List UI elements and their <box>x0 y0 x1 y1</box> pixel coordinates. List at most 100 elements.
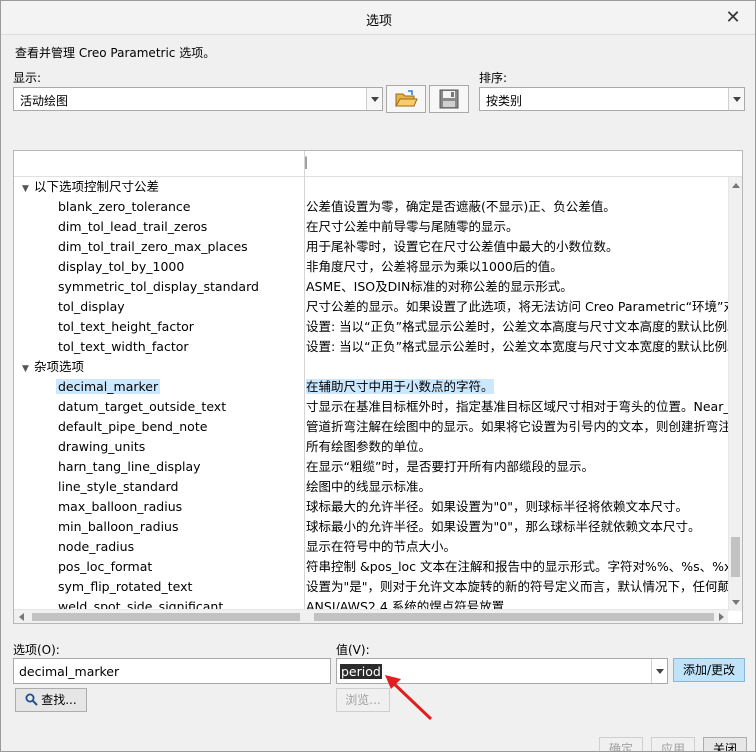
display-value: 活动绘图 <box>20 94 69 108</box>
find-button[interactable]: 查找... <box>15 688 87 712</box>
option-description-row[interactable]: 非角度尺寸，公差将显示为乘以1000后的值。 <box>306 257 728 277</box>
option-row[interactable]: tol_display <box>58 297 125 317</box>
option-description-row[interactable]: 公差值设置为零，确定是否遮蔽(不显示)正、负公差值。 <box>306 197 728 217</box>
option-description-row[interactable]: 设置为"是"，则对于允许文本旋转的新的符号定义而言，默认情况下，任何颠倒 <box>306 577 728 597</box>
option-description-row[interactable]: 符串控制 &pos_loc 文本在注解和报告中的显示形式。字符对%%、%s、%x… <box>306 557 728 577</box>
option-input-value: decimal_marker <box>19 664 120 679</box>
option-name: node_radius <box>58 539 135 554</box>
option-input[interactable]: decimal_marker <box>13 658 331 684</box>
scroll-thumb[interactable] <box>731 537 740 577</box>
option-description: 非角度尺寸，公差将显示为乘以1000后的值。 <box>306 259 563 274</box>
option-name-column: ▼ 以下选项控制尺寸公差 blank_zero_tolerance dim_tol_l… <box>14 177 304 611</box>
option-row[interactable]: blank_zero_tolerance <box>58 197 191 217</box>
sort-label: 排序: <box>479 71 508 85</box>
ok-button[interactable]: 确定 <box>599 737 643 751</box>
open-button[interactable] <box>386 85 426 113</box>
option-description: 设置: 当以“正负”格式显示公差时，公差文本高度与尺寸文本高度的默认比例。对 <box>306 319 728 334</box>
option-row[interactable]: tol_text_width_factor <box>58 337 189 357</box>
option-row[interactable]: default_pipe_bend_note <box>58 417 207 437</box>
option-description: 显示在符号中的节点大小。 <box>306 539 457 554</box>
option-description-row[interactable]: 设置: 当以“正负”格式显示公差时，公差文本宽度与尺寸文本宽度的默认比例。对 <box>306 337 728 357</box>
close-button[interactable]: 关闭 <box>703 737 747 751</box>
option-description: 公差值设置为零，确定是否遮蔽(不显示)正、负公差值。 <box>306 199 616 214</box>
title-bar: 选项 ✕ <box>1 1 755 35</box>
find-button-label: 查找... <box>41 693 77 707</box>
option-description-row[interactable]: 在尺寸公差中前导零与尾随零的显示。 <box>306 217 728 237</box>
table-header: | <box>14 151 742 177</box>
tree-group[interactable]: ▼ 以下选项控制尺寸公差 <box>22 177 159 197</box>
value-label: 值(V): <box>336 643 370 657</box>
option-row[interactable]: dim_tol_trail_zero_max_places <box>58 237 248 257</box>
apply-button[interactable]: 应用 <box>651 737 695 751</box>
option-name: line_style_standard <box>58 479 179 494</box>
option-description: 在尺寸公差中前导零与尾随零的显示。 <box>306 219 519 234</box>
sort-select[interactable]: 按类别 <box>479 87 745 111</box>
close-icon[interactable]: ✕ <box>723 8 743 28</box>
option-description: 设置为"是"，则对于允许文本旋转的新的符号定义而言，默认情况下，任何颠倒 <box>306 579 728 594</box>
scroll-thumb-description[interactable] <box>314 613 714 621</box>
option-row[interactable]: dim_tol_lead_trail_zeros <box>58 217 207 237</box>
option-name: display_tol_by_1000 <box>58 259 185 274</box>
option-name: tol_display <box>58 299 125 314</box>
option-description-row[interactable]: 在显示“粗缆”时，是否要打开所有内部缆段的显示。 <box>306 457 728 477</box>
expand-triangle-icon[interactable]: ▼ <box>22 179 34 199</box>
option-description: 尺寸公差的显示。如果设置了此选项，将无法访问 Creo Parametric“环… <box>306 299 728 314</box>
value-input-value: period <box>340 664 382 679</box>
option-description-row[interactable]: 绘图中的线显示标准。 <box>306 477 728 497</box>
save-button[interactable] <box>429 85 469 113</box>
option-description-row[interactable]: 尺寸公差的显示。如果设置了此选项，将无法访问 Creo Parametric“环… <box>306 297 728 317</box>
option-description-row[interactable]: 显示在符号中的节点大小。 <box>306 537 728 557</box>
option-row[interactable]: datum_target_outside_text <box>58 397 226 417</box>
option-row[interactable]: sym_flip_rotated_text <box>58 577 192 597</box>
option-description-row[interactable]: 管道折弯注解在绘图中的显示。如果将它设置为引号内的文本，则创建折弯注解时 <box>306 417 728 437</box>
option-description: 所有绘图参数的单位。 <box>306 439 432 454</box>
option-row[interactable]: decimal_marker <box>56 377 161 397</box>
option-description: 在显示“粗缆”时，是否要打开所有内部缆段的显示。 <box>306 459 594 474</box>
save-icon <box>439 89 459 109</box>
option-row[interactable]: pos_loc_format <box>58 557 152 577</box>
option-description: 绘图中的线显示标准。 <box>306 479 432 494</box>
option-name: sym_flip_rotated_text <box>58 579 193 594</box>
scroll-left-icon[interactable] <box>14 610 28 623</box>
scroll-down-icon[interactable] <box>729 595 742 611</box>
option-description-row[interactable]: ASME、ISO及DIN标准的对称公差的显示形式。 <box>306 277 728 297</box>
tree-group[interactable]: ▼ 杂项选项 <box>22 357 84 377</box>
option-row[interactable]: min_balloon_radius <box>58 517 178 537</box>
vertical-scrollbar[interactable] <box>728 177 742 611</box>
option-name: symmetric_tol_display_standard <box>58 279 259 294</box>
option-description-row[interactable]: 球标最小的允许半径。如果设置为"0"，那么球标半径就依赖文本尺寸。 <box>306 517 728 537</box>
option-row[interactable]: display_tol_by_1000 <box>58 257 184 277</box>
option-description-row[interactable]: 用于尾补零时，设置它在尺寸公差值中最大的小数位数。 <box>306 237 728 257</box>
option-description-column: 公差值设置为零，确定是否遮蔽(不显示)正、负公差值。 在尺寸公差中前导零与尾随零的… <box>305 177 728 611</box>
chevron-down-icon[interactable] <box>651 659 667 683</box>
option-description-row[interactable]: 设置: 当以“正负”格式显示公差时，公差文本高度与尺寸文本高度的默认比例。对 <box>306 317 728 337</box>
scroll-up-icon[interactable] <box>729 177 742 193</box>
options-table: | ▼ 以下选项控制尺寸公差 blank_zero_tolerance dim_tol… <box>13 150 743 624</box>
option-row[interactable]: tol_text_height_factor <box>58 317 194 337</box>
option-description-row[interactable]: 在辅助尺寸中用于小数点的字符。 <box>306 377 728 397</box>
option-name: max_balloon_radius <box>58 499 183 514</box>
option-name: tol_text_height_factor <box>58 319 194 334</box>
chevron-down-icon[interactable] <box>366 88 382 110</box>
option-name: dim_tol_lead_trail_zeros <box>58 219 208 234</box>
option-row[interactable]: max_balloon_radius <box>58 497 182 517</box>
option-description-row[interactable]: 寸显示在基准目标框外时，指定基准目标区域尺寸相对于弯头的位置。Near_elbo <box>306 397 728 417</box>
chevron-down-icon[interactable] <box>728 88 744 110</box>
option-row[interactable]: symmetric_tol_display_standard <box>58 277 259 297</box>
option-row[interactable]: line_style_standard <box>58 477 178 497</box>
option-row[interactable]: node_radius <box>58 537 134 557</box>
display-select[interactable]: 活动绘图 <box>13 87 383 111</box>
option-name: dim_tol_trail_zero_max_places <box>58 239 248 254</box>
add-change-button[interactable]: 添加/更改 <box>673 658 745 682</box>
option-description-row[interactable]: 所有绘图参数的单位。 <box>306 437 728 457</box>
option-row[interactable]: drawing_units <box>58 437 145 457</box>
scroll-thumb[interactable] <box>32 613 300 621</box>
option-name: default_pipe_bend_note <box>58 419 208 434</box>
option-description: 球标最大的允许半径。如果设置为"0"，则球标半径将依赖文本尺寸。 <box>306 499 688 514</box>
option-row[interactable]: harn_tang_line_display <box>58 457 201 477</box>
window-title: 选项 <box>365 14 392 29</box>
expand-triangle-icon[interactable]: ▼ <box>22 359 34 379</box>
scroll-right-icon[interactable] <box>714 610 728 623</box>
horizontal-scrollbar[interactable] <box>14 609 728 623</box>
option-description-row[interactable]: 球标最大的允许半径。如果设置为"0"，则球标半径将依赖文本尺寸。 <box>306 497 728 517</box>
